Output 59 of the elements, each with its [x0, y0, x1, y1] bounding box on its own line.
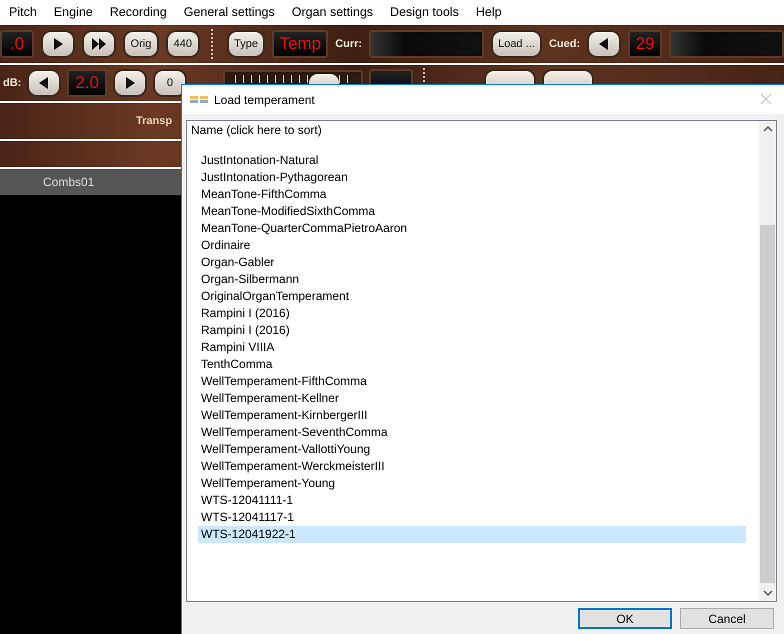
list-item[interactable]: WellTemperament-VallottiYoung — [198, 441, 746, 458]
list-item[interactable]: WellTemperament-Kellner — [198, 390, 746, 407]
menu-item[interactable]: Engine — [54, 4, 93, 18]
toolbar-button[interactable]: Load ... — [490, 30, 542, 58]
left-arrow-button[interactable] — [587, 30, 622, 58]
toolbar-grip[interactable] — [210, 29, 216, 59]
number-display: Temp — [272, 30, 328, 58]
list-item[interactable]: WellTemperament-WerckmeisterIII — [198, 458, 746, 475]
list-item[interactable]: WellTemperament-Young — [198, 475, 746, 492]
list-item[interactable]: Ordinaire — [198, 237, 746, 254]
number-display: .0 — [0, 30, 34, 58]
window-icon — [190, 96, 208, 104]
right-arrow-button[interactable] — [41, 30, 75, 58]
tab[interactable]: Combs01 — [43, 175, 94, 189]
list-item[interactable]: Rampini I (2016) — [198, 322, 746, 339]
toolbar-label: Curr: — [335, 38, 362, 50]
toolbar-button[interactable]: 440 — [166, 30, 200, 58]
list-item[interactable]: WTS-12041111-1 — [198, 492, 746, 509]
list-item[interactable]: WellTemperament-SeventhComma — [198, 424, 746, 441]
list-item[interactable]: WellTemperament-FifthComma — [198, 373, 746, 390]
list-item[interactable]: TenthComma — [198, 356, 746, 373]
menu-item[interactable]: Help — [476, 4, 502, 18]
toolbar-button[interactable]: Type — [226, 30, 266, 58]
list-item[interactable]: Rampini I (2016) — [198, 305, 746, 322]
list-item[interactable]: JustIntonation-Pythagorean — [198, 169, 746, 186]
list-item[interactable]: Organ-Silbermann — [198, 271, 746, 288]
dialog-button[interactable]: OK — [578, 608, 672, 629]
list-item[interactable]: MeanTone-FifthComma — [198, 186, 746, 203]
toolbar-label: Cued: — [548, 38, 580, 50]
menu-item[interactable]: Organ settings — [292, 4, 374, 18]
list-item[interactable]: WellTemperament-KirnbergerIII — [198, 407, 746, 424]
toolbar-button[interactable]: Orig — [123, 30, 159, 58]
number-display: 2.0 — [67, 69, 107, 97]
triangle-icon — [51, 37, 65, 51]
number-display: 29 — [628, 30, 662, 58]
panel-label: Transp — [136, 115, 172, 127]
window-title: Load temperament — [214, 92, 315, 106]
menu-item[interactable]: General settings — [184, 4, 275, 18]
menu-item[interactable]: Recording — [110, 4, 167, 18]
list-item[interactable]: WTS-12041117-1 — [198, 509, 746, 526]
list-item[interactable]: MeanTone-ModifiedSixthComma — [198, 203, 746, 220]
toolbar-label: dB: — [3, 77, 22, 89]
list-item[interactable]: MeanTone-QuarterCommaPietroAaron — [198, 220, 746, 237]
scrollbar[interactable] — [759, 121, 776, 601]
list-item[interactable]: JustIntonation-Natural — [198, 152, 746, 169]
list-item[interactable]: OriginalOrganTemperament — [198, 288, 746, 305]
column-header[interactable]: Name (click here to sort) — [187, 121, 759, 140]
menu-item[interactable]: Design tools — [390, 4, 459, 18]
fast-forward-button[interactable] — [82, 30, 116, 58]
list-item[interactable]: Organ-Gabler — [198, 254, 746, 271]
scroll-thumb[interactable] — [760, 225, 775, 583]
left-arrow-button[interactable] — [27, 69, 62, 97]
menu-item[interactable]: Pitch — [9, 4, 37, 18]
double-triangle-icon — [92, 37, 106, 51]
list-item[interactable]: WTS-12041922-1 — [198, 526, 746, 543]
list-item[interactable]: Rampini VIIIA — [198, 339, 746, 356]
right-arrow-button[interactable] — [112, 69, 147, 97]
toolbar-button[interactable]: 0 — [152, 69, 187, 97]
dialog-button[interactable]: Cancel — [680, 608, 774, 629]
